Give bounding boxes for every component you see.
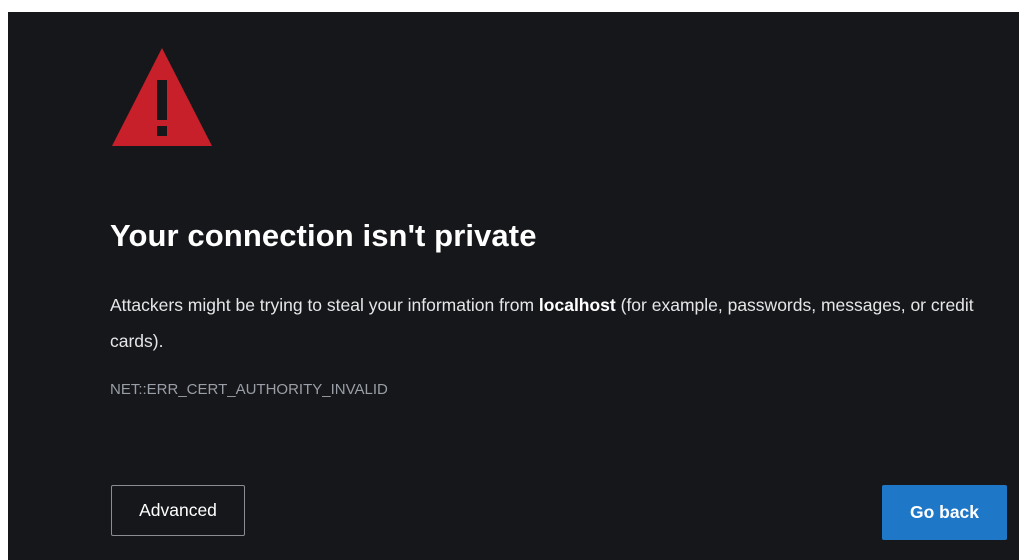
message-text-before: Attackers might be trying to steal your … <box>110 295 539 315</box>
go-back-button[interactable]: Go back <box>882 485 1007 540</box>
page-title: Your connection isn't private <box>110 218 537 253</box>
error-page: Your connection isn't private Attackers … <box>8 12 1019 560</box>
message-host: localhost <box>538 295 616 315</box>
advanced-button[interactable]: Advanced <box>111 485 245 536</box>
error-message: Attackers might be trying to steal your … <box>110 287 990 359</box>
warning-triangle-icon <box>110 46 214 150</box>
error-code: NET::ERR_CERT_AUTHORITY_INVALID <box>110 381 388 398</box>
